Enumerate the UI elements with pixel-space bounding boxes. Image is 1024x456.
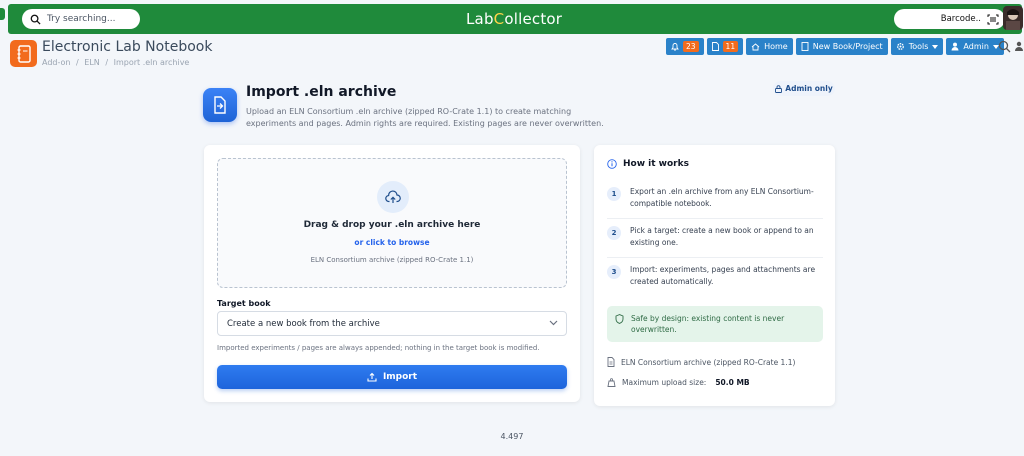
chevron-down-icon xyxy=(549,320,558,326)
notebook-app-icon xyxy=(10,40,37,67)
step-divider xyxy=(607,257,823,258)
admin-only-badge: Admin only xyxy=(773,81,835,96)
home-button[interactable]: Home xyxy=(746,38,793,55)
version-number: 4.497 xyxy=(500,432,524,441)
breadcrumb: Add-on / ELN / Import .eln archive xyxy=(42,58,190,67)
dropzone-format-note: ELN Consortium archive (zipped RO-Crate … xyxy=(310,256,474,264)
barcode-scan-icon[interactable] xyxy=(987,14,999,25)
target-book-select[interactable]: Create a new book from the archive xyxy=(217,311,567,336)
step-divider xyxy=(607,218,823,219)
notifications-count: 23 xyxy=(683,41,699,52)
new-book-project-button[interactable]: New Book/Project xyxy=(795,38,888,55)
upload-cloud-icon xyxy=(377,181,409,213)
search-placeholder: Try searching... xyxy=(47,14,116,24)
nav-button-group: 23 11 Home New Book/Project Tools Admin xyxy=(666,38,1004,55)
file-icon xyxy=(607,357,615,367)
documents-button[interactable]: 11 xyxy=(706,38,744,55)
weight-icon xyxy=(607,378,616,387)
max-upload-value: 50.0 MB xyxy=(715,378,750,387)
page-title: Import .eln archive xyxy=(246,84,397,100)
max-upload-info: Maximum upload size: 50.0 MB xyxy=(607,378,750,387)
info-icon xyxy=(607,159,617,169)
upload-card: Drag & drop your .eln archive here or cl… xyxy=(204,145,580,402)
home-icon xyxy=(751,42,760,50)
archive-format-info: ELN Consortium archive (zipped RO-Crate … xyxy=(607,357,795,367)
user-icon xyxy=(951,42,959,51)
import-file-icon xyxy=(203,88,237,122)
admin-menu-button[interactable]: Admin xyxy=(946,38,1004,55)
app-title: Electronic Lab Notebook xyxy=(42,39,213,55)
nav-icon-group xyxy=(998,40,1023,53)
step-item: 3 Import: experiments, pages and attachm… xyxy=(607,264,823,288)
import-button[interactable]: Import xyxy=(217,365,567,389)
documents-count: 11 xyxy=(722,41,739,52)
breadcrumb-addon[interactable]: Add-on xyxy=(42,58,71,67)
left-edge-tab xyxy=(0,8,5,20)
target-book-label: Target book xyxy=(217,299,271,308)
how-it-works-card: How it works 1 Export an .eln archive fr… xyxy=(594,145,835,406)
notifications-button[interactable]: 23 xyxy=(666,38,704,55)
caret-down-icon xyxy=(932,44,939,49)
document-icon xyxy=(711,42,719,51)
file-dropzone[interactable]: Drag & drop your .eln archive here or cl… xyxy=(217,158,567,288)
step-item: 1 Export an .eln archive from any ELN Co… xyxy=(607,186,823,210)
search-icon xyxy=(30,14,41,25)
how-it-works-title: How it works xyxy=(607,159,689,169)
book-icon xyxy=(801,42,809,51)
breadcrumb-current: Import .eln archive xyxy=(113,58,190,67)
target-book-help: Imported experiments / pages are always … xyxy=(217,344,540,352)
upload-icon xyxy=(367,372,377,382)
safe-by-design-note: Safe by design: existing content is neve… xyxy=(607,306,823,342)
top-navbar: Try searching... LabCollector Barcode.. xyxy=(8,4,1022,34)
user-avatar[interactable] xyxy=(1003,6,1023,30)
target-book-value: Create a new book from the archive xyxy=(227,318,380,329)
page-description: Upload an ELN Consortium .eln archive (z… xyxy=(246,107,604,128)
step-item: 2 Pick a target: create a new book or ap… xyxy=(607,225,823,249)
users-icon[interactable] xyxy=(1015,40,1023,53)
breadcrumb-eln[interactable]: ELN xyxy=(84,58,100,67)
barcode-placeholder: Barcode.. xyxy=(940,14,981,24)
labcollector-logo[interactable]: LabCollector xyxy=(466,10,562,28)
browse-link[interactable]: or click to browse xyxy=(218,238,566,247)
bell-icon xyxy=(671,43,679,51)
dropzone-title: Drag & drop your .eln archive here xyxy=(303,220,481,230)
tools-menu-button[interactable]: Tools xyxy=(890,38,944,55)
lock-icon xyxy=(775,84,783,93)
gear-icon xyxy=(896,43,904,50)
search-input[interactable]: Try searching... xyxy=(22,9,140,29)
barcode-input[interactable]: Barcode.. xyxy=(894,9,1005,29)
shield-icon xyxy=(615,314,624,324)
search-icon[interactable] xyxy=(998,40,1011,53)
